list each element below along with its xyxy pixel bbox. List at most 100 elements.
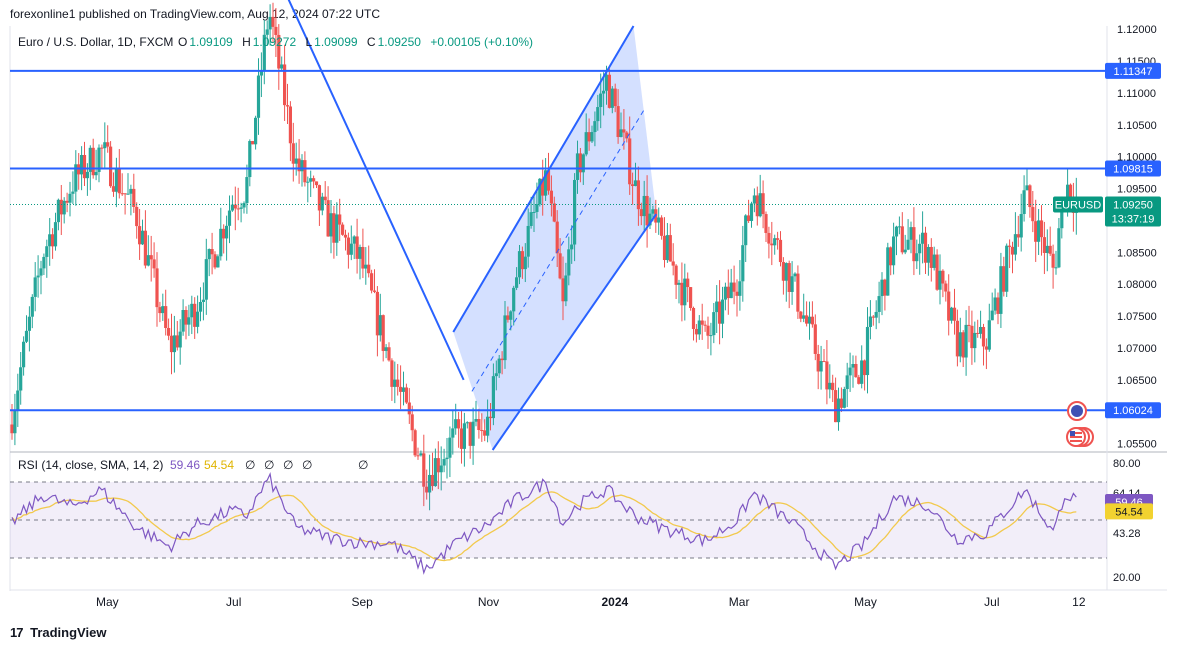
candle (152, 242, 156, 278)
candle (921, 211, 925, 264)
candle-body (718, 301, 722, 324)
candle (802, 293, 806, 323)
candle-body (358, 246, 362, 259)
candle-body (993, 297, 997, 311)
candle (1016, 215, 1020, 247)
candle-body (306, 181, 310, 183)
candle (825, 340, 829, 405)
candle (413, 428, 417, 458)
candle (892, 222, 896, 275)
candle (448, 426, 452, 478)
candle-body (480, 430, 484, 432)
candle (1028, 184, 1032, 218)
candle (187, 304, 191, 336)
candle-body (462, 423, 466, 449)
candle-body (436, 458, 440, 473)
candle-body (622, 129, 626, 133)
candle (923, 226, 928, 274)
candle (793, 272, 797, 282)
candle-body (642, 195, 646, 217)
candle (451, 410, 455, 455)
candle (454, 403, 458, 435)
candle-body (720, 299, 725, 324)
candle (776, 231, 780, 250)
chart-canvas[interactable]: 1.120001.115001.110001.105001.100001.095… (0, 0, 1177, 650)
candle (747, 199, 751, 223)
candle (364, 247, 368, 285)
candle-body (967, 324, 971, 326)
candle (346, 232, 350, 269)
candle-body (616, 106, 620, 138)
event-icons[interactable] (1066, 401, 1094, 447)
candle-body (868, 316, 872, 327)
candle (723, 282, 727, 311)
candle (262, 20, 266, 85)
candle-body (984, 346, 988, 350)
candle-body (906, 239, 910, 250)
candle-body (204, 259, 208, 300)
candle (471, 407, 475, 465)
high-value: 1.09272 (253, 35, 297, 49)
tradingview-brand[interactable]: 17 TradingView (10, 625, 106, 640)
price-tick-label: 1.07000 (1117, 343, 1157, 355)
candle-body (164, 306, 168, 328)
candle-body (13, 410, 17, 434)
level-label: 1.11347 (1114, 66, 1153, 78)
candle-body (886, 247, 890, 296)
candle-body (187, 317, 191, 325)
candle (822, 349, 826, 363)
candle (227, 195, 232, 244)
candle (114, 157, 118, 208)
candle (816, 344, 820, 390)
candle-body (981, 326, 986, 347)
candle (912, 207, 916, 276)
candle (193, 297, 197, 339)
candle (332, 205, 336, 259)
candle-body (323, 196, 327, 201)
candle-body (213, 254, 217, 268)
candle (674, 264, 678, 300)
candle (854, 355, 858, 378)
candle (445, 438, 449, 479)
candle-body (33, 277, 37, 297)
candle (251, 140, 255, 145)
candle (657, 207, 661, 235)
candle (662, 217, 667, 268)
rsi-marker: ∅ (358, 458, 368, 472)
close-label: C (367, 35, 376, 49)
candle (894, 225, 899, 256)
candle-body (703, 324, 707, 326)
candle (668, 223, 672, 262)
candle-body (889, 247, 893, 266)
candle (123, 193, 127, 215)
candle (372, 269, 377, 294)
candle-body (523, 256, 527, 270)
candle (1048, 226, 1052, 256)
candle-body (494, 373, 498, 377)
candle-body (332, 213, 336, 243)
candle-body (651, 209, 655, 214)
candle-body (80, 154, 84, 175)
candle (352, 235, 356, 260)
candle (207, 248, 211, 277)
candle (799, 310, 803, 323)
candle (677, 279, 681, 304)
candle-body (24, 330, 29, 342)
candle (355, 218, 359, 274)
candle (474, 400, 478, 427)
candle (865, 307, 870, 394)
candle (868, 300, 872, 340)
candle-body (1019, 214, 1023, 238)
candle (120, 173, 124, 196)
candle-body (575, 153, 580, 180)
candle-body (535, 204, 539, 212)
candle (1013, 212, 1017, 261)
candle-body (442, 459, 446, 466)
candle (51, 228, 55, 259)
candle-body (254, 117, 258, 145)
candle-body (488, 416, 493, 419)
candle-body (251, 141, 255, 145)
candle (810, 301, 814, 328)
candle-body (198, 301, 203, 312)
candle-body (454, 419, 458, 429)
